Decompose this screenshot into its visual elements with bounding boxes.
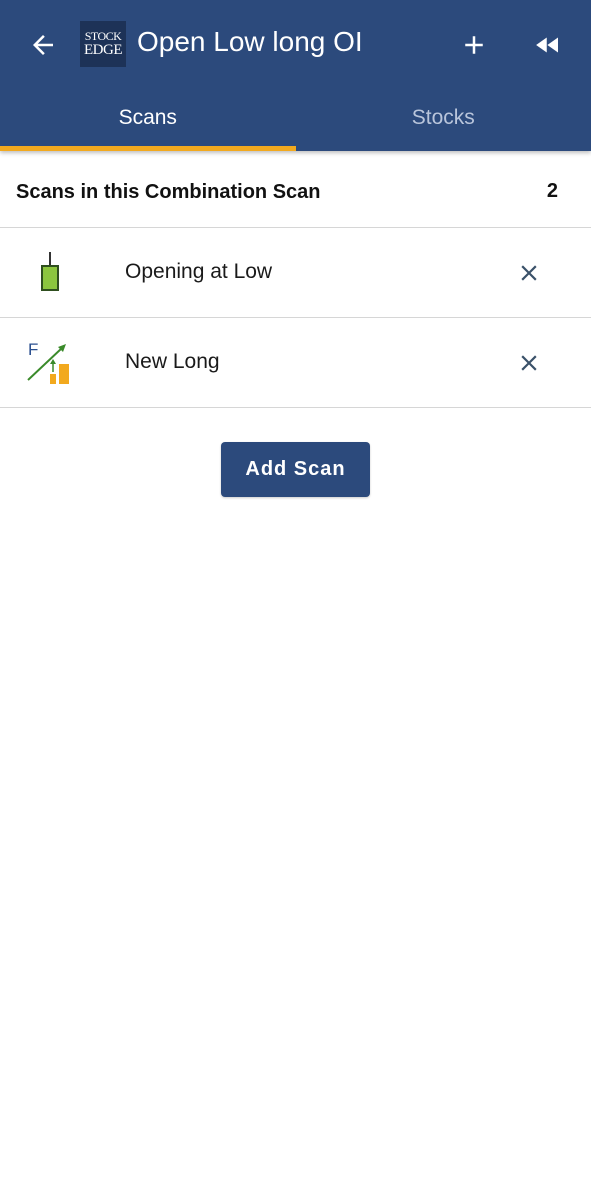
tab-bar: Scans Stocks [0,90,591,151]
close-icon [521,355,537,371]
add-scan-button[interactable]: Add Scan [221,442,370,497]
add-button[interactable] [453,24,495,66]
page-title: Open Low long OI [137,26,363,57]
scan-count: 2 [546,180,558,202]
section-title: Scans in this Combination Scan [16,181,321,203]
rewind-button[interactable] [527,24,569,66]
scan-row[interactable]: F New Long [0,318,591,408]
tab-stocks-label: Stocks [411,105,475,129]
scan-label: New Long [125,350,220,373]
svg-text:F: F [28,340,38,359]
futures-long-icon: F [27,340,69,384]
rewind-icon [536,37,558,53]
candle-icon [41,252,59,291]
section-header: Scans in this Combination Scan 2 [0,151,591,228]
tab-scans[interactable]: Scans [0,90,296,151]
remove-scan-button[interactable] [511,345,547,381]
arrow-left-icon [33,35,53,55]
scan-row[interactable]: Opening at Low [0,228,591,318]
tab-stocks[interactable]: Stocks [296,90,591,151]
scan-label: Opening at Low [125,260,273,283]
app-bar: STOCK EDGE Open Low long OI Scans Stocks [0,0,591,151]
toolbar: STOCK EDGE Open Low long OI [0,0,591,90]
stockedge-logo: STOCK EDGE [80,21,126,67]
remove-scan-button[interactable] [511,255,547,291]
tab-scans-label: Scans [118,105,177,129]
close-icon [521,265,537,281]
plus-icon [465,36,483,54]
back-button[interactable] [22,24,64,66]
